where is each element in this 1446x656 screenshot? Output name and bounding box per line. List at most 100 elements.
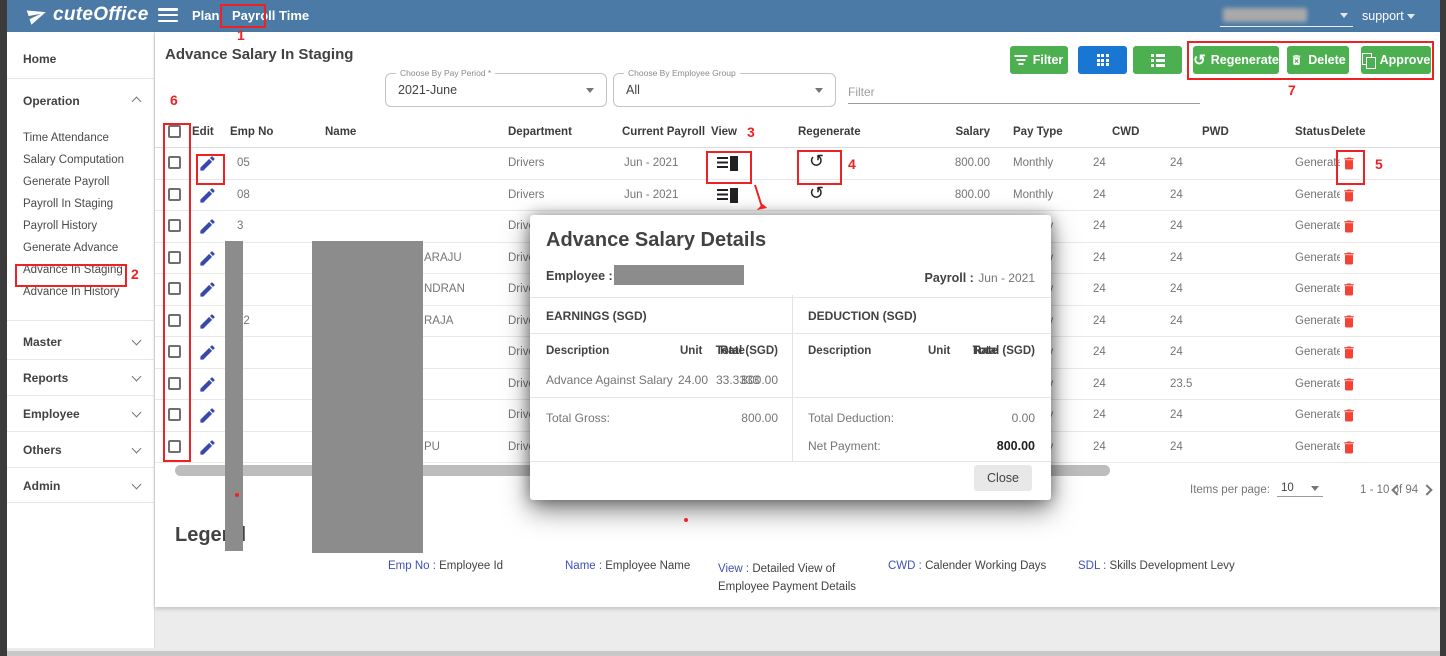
cwd-cell: 24 <box>1093 378 1106 390</box>
payroll-field: Payroll : Jun - 2021 <box>925 269 1036 287</box>
cwd-cell: 24 <box>1093 220 1106 232</box>
select-all-checkbox[interactable] <box>168 125 181 138</box>
items-per-page-label: Items per page: <box>1190 484 1270 496</box>
legend-item-desc: Employee Id <box>439 560 503 572</box>
table-row: 08 Drivers Jun - 2021 ↺ 800.00 Monthly 2… <box>155 180 1440 212</box>
annotation-dot-2 <box>684 518 688 522</box>
sidebar-item-home[interactable]: Home <box>23 52 56 66</box>
row-checkbox[interactable] <box>168 345 181 358</box>
next-page-icon[interactable] <box>1421 484 1432 495</box>
username-redacted[interactable] <box>1223 8 1307 22</box>
approve-button[interactable]: Approve <box>1361 46 1431 74</box>
row-checkbox[interactable] <box>168 251 181 264</box>
status-cell: Generated <box>1295 409 1340 421</box>
pay-type-cell: Monthly <box>1013 189 1053 201</box>
user-caret-icon[interactable] <box>1340 13 1348 18</box>
delete-button[interactable]: Delete <box>1287 46 1349 74</box>
deduction-col-unit: Unit <box>928 345 950 357</box>
row-delete-icon[interactable] <box>1341 376 1357 393</box>
row-delete-icon[interactable] <box>1341 218 1357 235</box>
table-header-row: Edit Emp No Name Department Current Payr… <box>155 118 1440 148</box>
grid-view-button[interactable] <box>1078 46 1127 74</box>
row-delete-icon[interactable] <box>1341 250 1357 267</box>
status-cell: Generated <box>1295 378 1340 390</box>
topnav-plan[interactable]: Plan <box>192 0 219 32</box>
menu-icon[interactable] <box>158 8 178 24</box>
edit-pencil-icon[interactable] <box>198 438 217 457</box>
modal-title: Advance Salary Details <box>546 229 766 252</box>
chevron-up-icon[interactable] <box>132 97 142 107</box>
view-details-icon[interactable] <box>717 156 739 171</box>
sidebar-item-salary-computation[interactable]: Salary Computation <box>23 154 124 166</box>
edit-pencil-icon[interactable] <box>198 406 217 425</box>
legend-item: CWD : Calender Working Days <box>888 560 1046 572</box>
row-checkbox[interactable] <box>168 156 181 169</box>
sidebar-section-operation[interactable]: Operation <box>23 94 80 108</box>
legend-item: Emp No : Employee Id <box>388 560 503 572</box>
row-regenerate-icon[interactable]: ↺ <box>809 152 824 170</box>
row-delete-icon[interactable] <box>1341 187 1357 204</box>
annotation-dot-1 <box>235 493 239 497</box>
row-checkbox[interactable] <box>168 282 181 295</box>
support-menu[interactable]: support <box>1362 0 1404 32</box>
app-logo[interactable]: cuteOffice <box>27 4 149 26</box>
pwd-cell: 23.5 <box>1170 378 1192 390</box>
row-checkbox[interactable] <box>168 440 181 453</box>
sidebar-item-payroll-in-staging[interactable]: Payroll In Staging <box>23 198 113 210</box>
regenerate-button[interactable]: ↺ Regenerate <box>1193 46 1279 74</box>
annotation-5: 5 <box>1375 156 1383 172</box>
support-caret-icon[interactable] <box>1407 14 1415 19</box>
row-delete-icon[interactable] <box>1341 281 1357 298</box>
edit-pencil-icon[interactable] <box>198 154 217 173</box>
edit-pencil-icon[interactable] <box>198 280 217 299</box>
edit-pencil-icon[interactable] <box>198 186 217 205</box>
edit-pencil-icon[interactable] <box>198 375 217 394</box>
sidebar-item-generate-payroll[interactable]: Generate Payroll <box>23 176 109 188</box>
row-checkbox[interactable] <box>168 408 181 421</box>
employee-group-select[interactable]: Choose By Employee Group All <box>613 73 836 107</box>
annotation-2: 2 <box>131 266 139 282</box>
sidebar-item-payroll-history[interactable]: Payroll History <box>23 220 97 232</box>
row-checkbox[interactable] <box>168 219 181 232</box>
row-delete-icon[interactable] <box>1341 344 1357 361</box>
row-regenerate-icon[interactable]: ↺ <box>809 184 824 202</box>
sidebar-item-advance-in-history[interactable]: Advance In History <box>23 286 120 298</box>
row-delete-icon[interactable] <box>1341 439 1357 456</box>
user-menu-underline <box>1220 26 1353 27</box>
filter-input[interactable] <box>848 80 1200 104</box>
cwd-cell: 24 <box>1093 189 1106 201</box>
legend-item-label: Name : <box>565 560 605 572</box>
legend-item-label: CWD : <box>888 560 925 572</box>
col-header-pay-type: Pay Type <box>1013 126 1063 138</box>
legend-item-label: SDL : <box>1078 560 1110 572</box>
legend-item-label: Emp No : <box>388 560 439 572</box>
row-checkbox[interactable] <box>168 377 181 390</box>
list-view-button[interactable] <box>1133 46 1182 74</box>
row-delete-icon[interactable] <box>1341 155 1357 172</box>
view-details-icon[interactable] <box>717 188 739 203</box>
cwd-cell: 24 <box>1093 409 1106 421</box>
edit-pencil-icon[interactable] <box>198 312 217 331</box>
row-checkbox[interactable] <box>168 314 181 327</box>
sidebar-item-generate-advance[interactable]: Generate Advance <box>23 242 118 254</box>
row-checkbox[interactable] <box>168 188 181 201</box>
net-payment-label: Net Payment: <box>808 439 881 453</box>
department-cell: Drivers <box>508 189 544 201</box>
pay-period-value: 2021-June <box>398 83 457 97</box>
topnav-time[interactable]: Time <box>279 0 309 32</box>
status-cell: Generated <box>1295 315 1340 327</box>
filter-button[interactable]: Filter <box>1010 46 1068 74</box>
sidebar-item-advance-in-staging[interactable]: Advance In Staging <box>23 264 123 276</box>
items-per-page-select[interactable]: 10 <box>1277 482 1323 497</box>
window-frame-right <box>1440 0 1446 656</box>
edit-pencil-icon[interactable] <box>198 343 217 362</box>
close-button[interactable]: Close <box>974 465 1032 491</box>
row-delete-icon[interactable] <box>1341 407 1357 424</box>
row-delete-icon[interactable] <box>1341 313 1357 330</box>
sidebar-item-time-attendance[interactable]: Time Attendance <box>23 132 109 144</box>
legend-item-desc: Calender Working Days <box>925 560 1046 572</box>
pay-period-select[interactable]: Choose By Pay Period * 2021-June <box>385 73 607 107</box>
col-header-name: Name <box>325 126 356 138</box>
edit-pencil-icon[interactable] <box>198 249 217 268</box>
edit-pencil-icon[interactable] <box>198 217 217 236</box>
